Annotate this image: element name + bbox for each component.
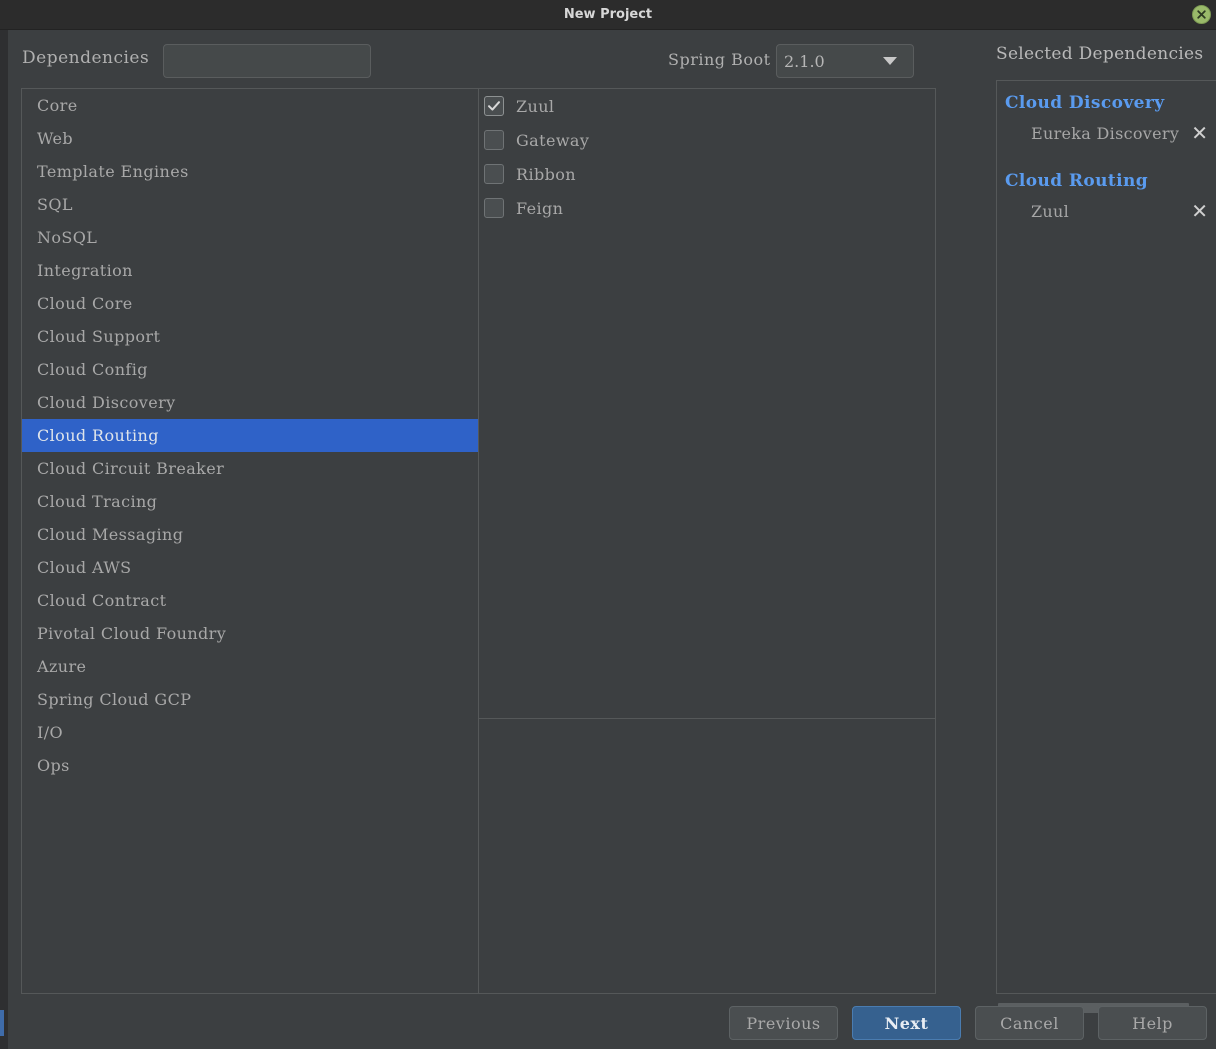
new-project-dialog: New Project Dependencies Spring Boot 2.1… (0, 0, 1216, 1049)
checkbox-checked-icon[interactable] (484, 96, 504, 116)
spring-boot-version-select[interactable]: 2.1.0 (776, 44, 914, 78)
category-item[interactable]: Azure (22, 650, 478, 683)
category-item[interactable]: NoSQL (22, 221, 478, 254)
spring-boot-version-value: 2.1.0 (784, 51, 825, 71)
selected-dependency-group-title: Cloud Routing (1005, 171, 1149, 191)
category-item[interactable]: Core (22, 89, 478, 122)
category-list[interactable]: Core Web Template Engines SQL NoSQL Integrati… (22, 89, 478, 782)
next-button[interactable]: Next (852, 1006, 961, 1040)
module-list[interactable]: Zuul Gateway Ribbon Feign (479, 89, 935, 719)
selected-dependencies-list: Cloud Discovery Eureka Discovery ✕ Cloud Ro… (997, 81, 1216, 225)
category-item[interactable]: Cloud Routing (22, 419, 478, 452)
category-item[interactable]: Cloud Messaging (22, 518, 478, 551)
chevron-down-icon (883, 57, 897, 65)
module-row[interactable]: Ribbon (479, 157, 935, 191)
titlebar: New Project (0, 0, 1216, 30)
category-item[interactable]: Pivotal Cloud Foundry (22, 617, 478, 650)
category-item[interactable]: SQL (22, 188, 478, 221)
edge-strip-marker (0, 1010, 4, 1036)
close-icon[interactable]: ✕ (1191, 123, 1216, 143)
selected-dependency-label: Zuul (1031, 201, 1070, 221)
window-title: New Project (563, 7, 653, 22)
category-item[interactable]: Template Engines (22, 155, 478, 188)
close-icon[interactable] (1192, 5, 1211, 24)
module-label: Ribbon (516, 164, 576, 184)
previous-button[interactable]: Previous (729, 1006, 838, 1040)
module-row[interactable]: Feign (479, 191, 935, 225)
cancel-button[interactable]: Cancel (975, 1006, 1084, 1040)
category-item[interactable]: Cloud Config (22, 353, 478, 386)
checkbox-icon[interactable] (484, 130, 504, 150)
spring-boot-label: Spring Boot (668, 50, 771, 69)
module-panel: Zuul Gateway Ribbon Feign (478, 88, 936, 994)
category-item[interactable]: Cloud Core (22, 287, 478, 320)
selected-dependency-group-title: Cloud Discovery (1005, 93, 1165, 113)
category-item[interactable]: I/O (22, 716, 478, 749)
category-item[interactable]: Spring Cloud GCP (22, 683, 478, 716)
category-item[interactable]: Ops (22, 749, 478, 782)
close-icon[interactable]: ✕ (1191, 201, 1216, 221)
category-item[interactable]: Cloud Contract (22, 584, 478, 617)
module-row[interactable]: Gateway (479, 123, 935, 157)
category-item[interactable]: Cloud Support (22, 320, 478, 353)
search-input[interactable] (174, 52, 385, 70)
selected-dependencies-title: Selected Dependencies (996, 44, 1204, 64)
checkbox-icon[interactable] (484, 198, 504, 218)
category-item[interactable]: Cloud Tracing (22, 485, 478, 518)
selected-dependency-row: Zuul ✕ (997, 197, 1216, 225)
checkbox-icon[interactable] (484, 164, 504, 184)
module-label: Gateway (516, 130, 590, 150)
category-item[interactable]: Web (22, 122, 478, 155)
category-panel: Core Web Template Engines SQL NoSQL Integrati… (21, 88, 479, 994)
category-item[interactable]: Integration (22, 254, 478, 287)
module-label: Feign (516, 198, 564, 218)
module-row[interactable]: Zuul (479, 89, 935, 123)
help-button[interactable]: Help (1098, 1006, 1207, 1040)
desktop-edge-strip (0, 30, 8, 1049)
search-box[interactable] (163, 44, 385, 78)
selected-dependency-row: Eureka Discovery ✕ (997, 119, 1216, 147)
dependencies-label: Dependencies (22, 48, 150, 68)
selected-dependencies-panel: Cloud Discovery Eureka Discovery ✕ Cloud Ro… (996, 80, 1216, 994)
category-item[interactable]: Cloud AWS (22, 551, 478, 584)
category-item[interactable]: Cloud Circuit Breaker (22, 452, 478, 485)
category-item[interactable]: Cloud Discovery (22, 386, 478, 419)
selected-dependency-label: Eureka Discovery (1031, 123, 1180, 143)
module-label: Zuul (516, 96, 555, 116)
